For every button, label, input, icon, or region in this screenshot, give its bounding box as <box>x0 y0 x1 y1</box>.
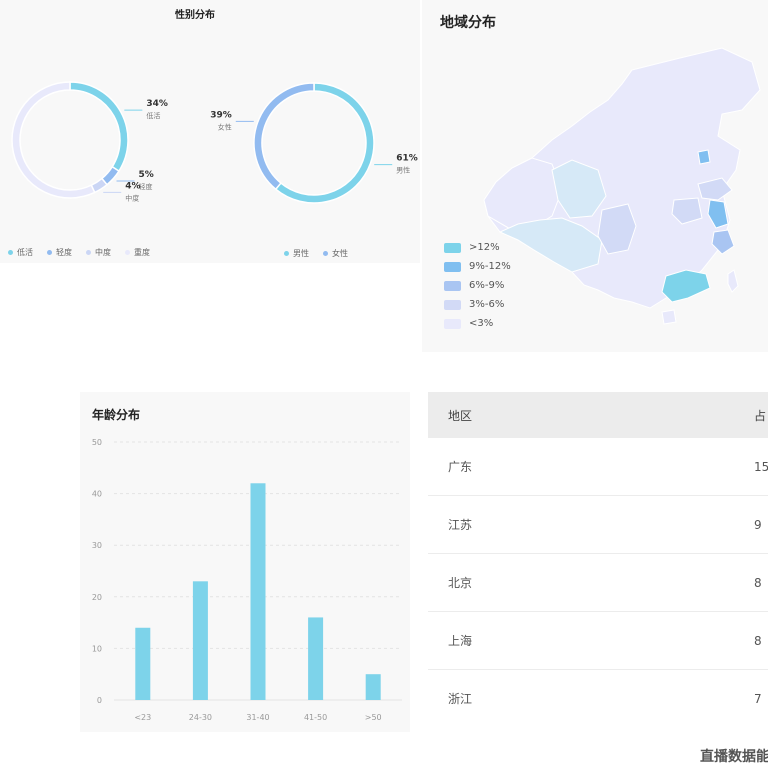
region-name: 江苏 <box>448 518 473 532</box>
legend-label: 中度 <box>95 248 111 257</box>
legend-label: 低活 <box>17 248 33 257</box>
map-legend-label: <3% <box>469 318 494 329</box>
x-tick-label: 31-40 <box>246 713 269 722</box>
bar <box>192 581 208 700</box>
legend-dot <box>323 251 328 256</box>
region-name: 浙江 <box>448 692 473 706</box>
x-tick-label: 24-30 <box>189 713 212 722</box>
map-legend-swatch <box>444 299 461 310</box>
y-tick-label: 0 <box>97 696 102 705</box>
region-share: 15 <box>754 459 768 474</box>
age-bar-chart: 0 10 20 30 40 50 <23 24-30 31-40 41-50 >50 <box>92 438 402 722</box>
y-tick-label: 20 <box>92 593 102 602</box>
map-region-hainan <box>661 309 677 325</box>
map-legend-swatch <box>444 261 461 272</box>
header-region: 地区 <box>448 408 473 423</box>
slice-value-label: 34% <box>146 99 168 109</box>
slice-name-label: 低活 <box>146 111 160 120</box>
y-tick-label: 30 <box>92 541 102 550</box>
pie-slice <box>69 81 129 173</box>
legend-label: 男性 <box>293 249 309 258</box>
bar <box>365 674 381 700</box>
bar <box>250 483 266 700</box>
table-row: 浙江 7 <box>428 670 768 727</box>
map-legend-row: 3%-6% <box>444 295 511 314</box>
table-row: 上海 8 <box>428 612 768 670</box>
legend-dot <box>47 250 52 255</box>
legend-item-medium: 中度 <box>86 247 111 258</box>
region-name: 上海 <box>448 634 473 648</box>
map-legend-label: >12% <box>469 242 500 253</box>
legend-dot <box>8 250 13 255</box>
activity-legend: 低活 轻度 中度 重度 <box>8 247 150 258</box>
map-legend-row: >12% <box>444 238 511 257</box>
bar <box>135 627 151 700</box>
legend-item-light: 轻度 <box>47 247 72 258</box>
footer-text: 直播数据能 <box>700 749 768 765</box>
slice-value-label: 39% <box>210 110 232 120</box>
region-share: 8 <box>754 633 762 648</box>
region-table: 地区 占 广东 15 江苏 9 北京 8 上海 8 浙江 7 <box>428 392 768 727</box>
map-legend-swatch <box>444 242 461 253</box>
region-title: 地域分布 <box>440 15 496 31</box>
legend-item-male: 男性 <box>284 248 309 259</box>
y-tick-label: 40 <box>92 490 102 499</box>
map-region-taiwan <box>727 269 739 293</box>
legend-dot <box>86 250 91 255</box>
legend-item-female: 女性 <box>323 248 348 259</box>
pie-slice <box>274 82 375 204</box>
x-tick-label: 41-50 <box>304 713 327 722</box>
y-tick-label: 10 <box>92 644 102 653</box>
age-title: 年龄分布 <box>92 408 141 422</box>
region-share: 9 <box>754 517 762 532</box>
legend-label: 轻度 <box>56 248 72 257</box>
activity-donut-chart: 34% 低活 5% 轻度4% 中度 <box>11 81 168 202</box>
table-row: 江苏 9 <box>428 496 768 554</box>
map-legend-label: 3%-6% <box>469 299 505 310</box>
map-legend-label: 9%-12% <box>469 261 511 272</box>
x-tick-label: >50 <box>365 713 382 722</box>
slice-name-label: 男性 <box>396 166 410 175</box>
slice-value-label: 5% <box>139 170 154 180</box>
slice-name-label: 中度 <box>125 193 139 202</box>
map-legend-row: 6%-9% <box>444 276 511 295</box>
map-legend: >12% 9%-12% 6%-9% 3%-6% <3% <box>444 238 511 333</box>
gender-donut-chart: 61% 男性 39% 女性 <box>210 82 418 204</box>
region-share: 7 <box>754 691 762 706</box>
slice-name-label: 轻度 <box>139 182 153 191</box>
legend-dot <box>125 250 130 255</box>
x-tick-label: <23 <box>134 713 151 722</box>
map-legend-label: 6%-9% <box>469 280 505 291</box>
region-name: 广东 <box>448 460 473 474</box>
table-header: 地区 占 <box>428 392 768 438</box>
pie-slice <box>253 82 315 191</box>
table-row: 广东 15 <box>428 438 768 496</box>
slice-value-label: 61% <box>396 154 418 164</box>
y-tick-label: 50 <box>92 438 102 447</box>
map-legend-swatch <box>444 280 461 291</box>
map-legend-swatch <box>444 318 461 329</box>
pie-slice <box>11 81 96 199</box>
gender-title: 性别分布 <box>175 10 215 21</box>
map-legend-row: 9%-12% <box>444 257 511 276</box>
gender-legend: 男性 女性 <box>284 248 348 259</box>
table-row: 北京 8 <box>428 554 768 612</box>
header-share: 占 <box>754 408 767 423</box>
map-region-beijing <box>697 149 711 165</box>
legend-dot <box>284 251 289 256</box>
slice-name-label: 女性 <box>218 122 232 131</box>
legend-item-low: 低活 <box>8 247 33 258</box>
slice-value-label: 4% <box>125 181 140 191</box>
legend-label: 女性 <box>332 249 348 258</box>
map-region-guangdong <box>661 269 711 303</box>
map-legend-row: <3% <box>444 314 511 333</box>
region-share: 8 <box>754 575 762 590</box>
bar <box>308 617 324 700</box>
legend-label: 重度 <box>134 248 150 257</box>
legend-item-heavy: 重度 <box>125 247 150 258</box>
region-name: 北京 <box>448 576 473 590</box>
